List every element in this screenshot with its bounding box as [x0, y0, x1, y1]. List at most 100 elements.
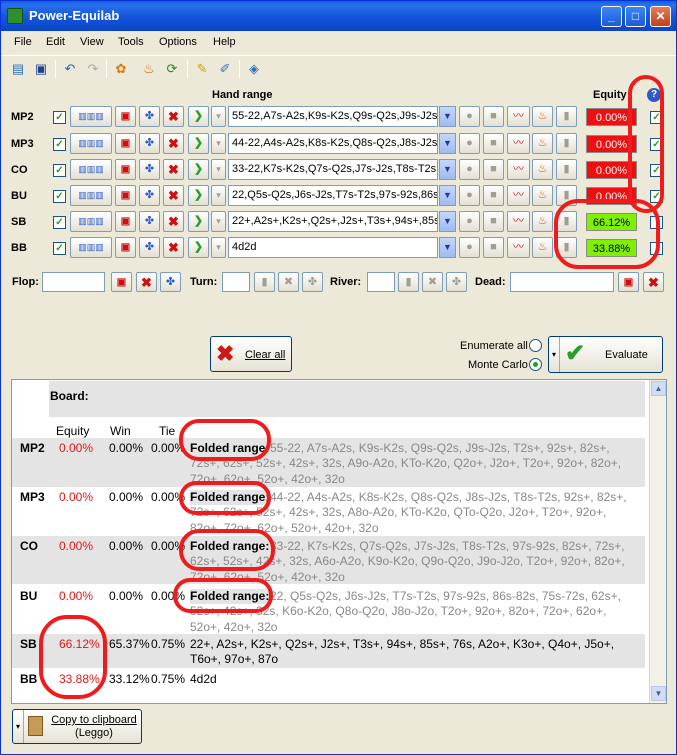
random-button[interactable]: ✤ [139, 159, 160, 180]
range-dropdown-icon[interactable]: ▼ [439, 159, 456, 180]
copy-dropdown-icon[interactable]: ▾ [13, 710, 24, 743]
menu-edit[interactable]: Edit [46, 36, 65, 48]
copy-clipboard-button[interactable]: ▾ Copy to clipboard (Leggo) [12, 709, 142, 744]
graph-icon[interactable]: 〰 [507, 211, 530, 232]
random-button[interactable]: ✤ [139, 133, 160, 154]
random-button[interactable]: ✤ [139, 237, 160, 258]
range-matrix-button[interactable]: ▥▥▥ [70, 211, 112, 232]
card-picker-button[interactable]: ▣ [115, 237, 136, 258]
stat-icon[interactable]: ● [459, 185, 480, 206]
hand-range-input[interactable]: 4d2d [228, 237, 438, 258]
next-range-button[interactable]: ❯ [188, 159, 209, 180]
fire-icon[interactable]: ♨ [532, 237, 553, 258]
range-matrix-button[interactable]: ▥▥▥ [70, 133, 112, 154]
bar-chart-icon[interactable]: ▮ [556, 133, 577, 154]
pencil-icon[interactable]: ✎ [194, 61, 210, 77]
pen-icon[interactable]: ✐ [217, 61, 233, 77]
flop-random-button[interactable]: ✤ [160, 272, 181, 292]
next-range-button[interactable]: ❯ [188, 133, 209, 154]
close-button[interactable]: ✕ [650, 6, 671, 27]
turn-random-button[interactable]: ✤ [302, 272, 323, 292]
card-picker-button[interactable]: ▣ [115, 133, 136, 154]
next-range-button[interactable]: ❯ [188, 185, 209, 206]
bar-chart-icon[interactable]: ▮ [556, 106, 577, 127]
range-matrix-button[interactable]: ▥▥▥ [70, 237, 112, 258]
range-dropdown-icon[interactable]: ▼ [439, 133, 456, 154]
clear-all-button[interactable]: ✖ Clear all [210, 336, 292, 372]
clear-range-button[interactable]: ✖ [163, 237, 184, 258]
save-icon[interactable]: ▣ [33, 61, 49, 77]
stat-icon[interactable]: ● [459, 133, 480, 154]
results-scrollbar[interactable]: ▲ ▼ [649, 380, 666, 703]
player-enable-checkbox[interactable]: ✓ [53, 138, 66, 151]
menu-view[interactable]: View [80, 36, 104, 48]
river-card-picker-button[interactable]: ▮ [398, 272, 419, 292]
range-matrix-button[interactable]: ▥▥▥ [70, 185, 112, 206]
range-history-icon[interactable]: ▾ [211, 185, 226, 206]
settings-icon[interactable]: ✿ [113, 61, 129, 77]
export-icon[interactable]: ◈ [246, 61, 262, 77]
flop-clear-button[interactable]: ✖ [136, 272, 157, 292]
fire-icon[interactable]: ♨ [532, 133, 553, 154]
card-picker-button[interactable]: ▣ [115, 106, 136, 127]
enumerate-radio[interactable] [529, 339, 542, 352]
note-icon[interactable]: ■ [483, 159, 504, 180]
hand-range-input[interactable]: 44-22,A4s-A2s,K8s-K2s,Q8s-Q2s,J8s-J2s,T8… [228, 133, 438, 154]
menu-help[interactable]: Help [213, 36, 236, 48]
flop-input[interactable] [42, 272, 105, 292]
random-button[interactable]: ✤ [139, 106, 160, 127]
hand-range-input[interactable]: 22,Q5s-Q2s,J6s-J2s,T7s-T2s,97s-92s,86s-8… [228, 185, 438, 206]
note-icon[interactable]: ■ [483, 133, 504, 154]
player-enable-checkbox[interactable]: ✓ [53, 242, 66, 255]
redo-icon[interactable]: ↷ [85, 61, 101, 77]
range-history-icon[interactable]: ▾ [211, 133, 226, 154]
bar-chart-icon[interactable]: ▮ [556, 159, 577, 180]
river-random-button[interactable]: ✤ [446, 272, 467, 292]
turn-input[interactable] [222, 272, 250, 292]
player-enable-checkbox[interactable]: ✓ [53, 111, 66, 124]
graph-icon[interactable]: 〰 [507, 106, 530, 127]
stat-icon[interactable]: ● [459, 159, 480, 180]
range-dropdown-icon[interactable]: ▼ [439, 106, 456, 127]
random-button[interactable]: ✤ [139, 211, 160, 232]
note-icon[interactable]: ■ [483, 106, 504, 127]
menu-file[interactable]: File [14, 36, 32, 48]
range-history-icon[interactable]: ▾ [211, 237, 226, 258]
graph-icon[interactable]: 〰 [507, 185, 530, 206]
clear-range-button[interactable]: ✖ [163, 211, 184, 232]
fire-icon[interactable]: ♨ [532, 159, 553, 180]
range-dropdown-icon[interactable]: ▼ [439, 211, 456, 232]
clear-range-button[interactable]: ✖ [163, 185, 184, 206]
player-enable-checkbox[interactable]: ✓ [53, 190, 66, 203]
range-history-icon[interactable]: ▾ [211, 159, 226, 180]
menu-options[interactable]: Options [159, 36, 197, 48]
next-range-button[interactable]: ❯ [188, 211, 209, 232]
scroll-up-icon[interactable]: ▲ [651, 381, 666, 396]
note-icon[interactable]: ■ [483, 237, 504, 258]
next-range-button[interactable]: ❯ [188, 106, 209, 127]
evaluate-button[interactable]: ▾ ✔ Evaluate [548, 336, 663, 373]
stat-icon[interactable]: ● [459, 211, 480, 232]
note-icon[interactable]: ■ [483, 211, 504, 232]
scroll-down-icon[interactable]: ▼ [651, 686, 666, 701]
graph-icon[interactable]: 〰 [507, 237, 530, 258]
river-clear-button[interactable]: ✖ [422, 272, 443, 292]
player-enable-checkbox[interactable]: ✓ [53, 216, 66, 229]
monte-carlo-radio[interactable] [529, 358, 542, 371]
range-dropdown-icon[interactable]: ▼ [439, 237, 456, 258]
title-bar[interactable]: Power-Equilab _ □ ✕ [1, 1, 676, 31]
clear-range-button[interactable]: ✖ [163, 133, 184, 154]
hand-range-input[interactable]: 22+,A2s+,K2s+,Q2s+,J2s+,T3s+,94s+,85s+ [228, 211, 438, 232]
stat-icon[interactable]: ● [459, 237, 480, 258]
clear-range-button[interactable]: ✖ [163, 106, 184, 127]
graph-icon[interactable]: 〰 [507, 133, 530, 154]
dead-card-picker-button[interactable]: ▣ [618, 272, 639, 292]
menu-tools[interactable]: Tools [118, 36, 144, 48]
undo-icon[interactable]: ↶ [62, 61, 78, 77]
maximize-button[interactable]: □ [625, 6, 646, 27]
hand-range-input[interactable]: 33-22,K7s-K2s,Q7s-Q2s,J7s-J2s,T8s-T2s,97… [228, 159, 438, 180]
dead-input[interactable] [510, 272, 614, 292]
evaluate-dropdown-icon[interactable]: ▾ [549, 337, 560, 372]
new-icon[interactable]: ▤ [10, 61, 26, 77]
card-picker-button[interactable]: ▣ [115, 211, 136, 232]
